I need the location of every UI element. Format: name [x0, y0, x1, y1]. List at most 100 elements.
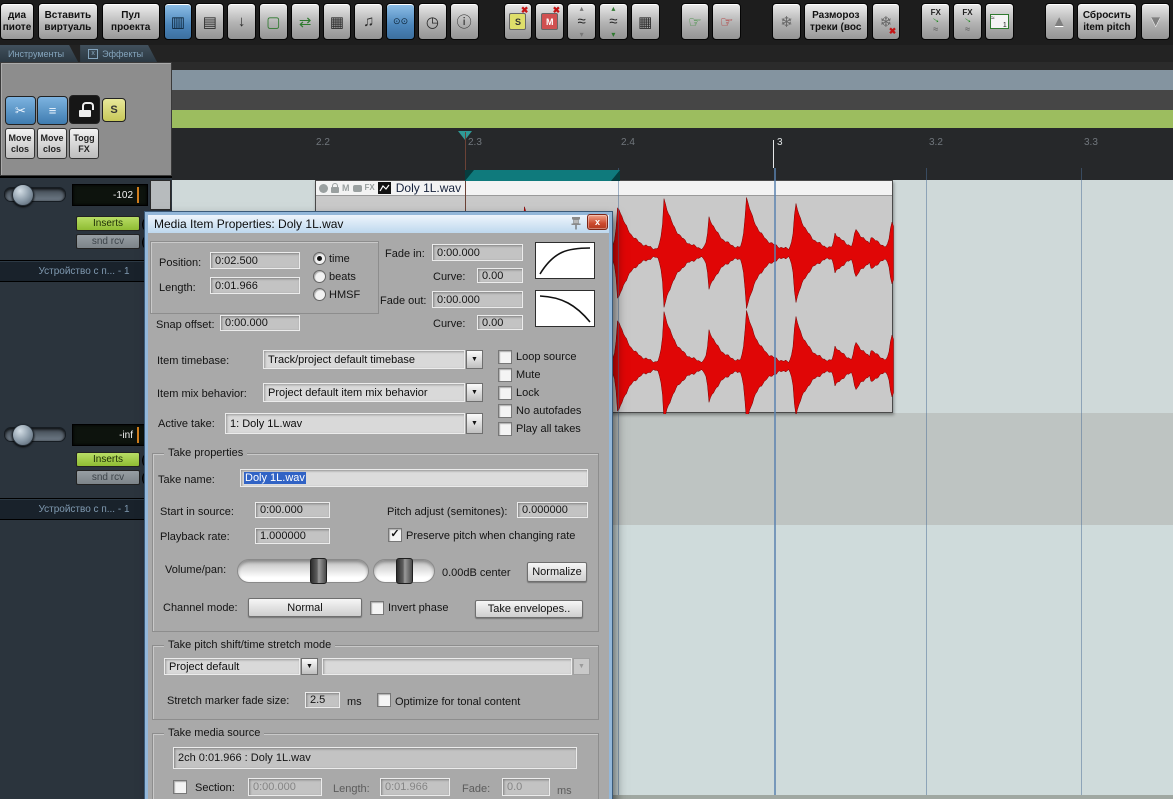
fade-out-field[interactable]: 0:00.000	[432, 291, 523, 308]
mute-checkbox[interactable]	[498, 368, 512, 382]
active-take-arrow-icon[interactable]: ▼	[466, 413, 483, 434]
piano-roll-icon[interactable]: ♫	[354, 3, 384, 40]
playback-rate-field[interactable]: 1.000000	[255, 528, 330, 544]
pitch-adjust-field[interactable]: 0.000000	[517, 502, 588, 518]
track1-pan-knob[interactable]	[12, 184, 34, 206]
radio-hmsf[interactable]	[313, 288, 326, 301]
item-mix-combo[interactable]: Project default item mix behavior ▼	[263, 383, 483, 402]
tab-instruments[interactable]: Инструменты	[0, 45, 78, 62]
channel-mode-dropdown[interactable]: Normal	[248, 598, 362, 617]
media-item-properties-dialog[interactable]: Media Item Properties: Doly 1L.wav x Pos…	[145, 212, 612, 799]
radio-beats[interactable]	[313, 270, 326, 283]
media-explorer-icon[interactable]: ▥	[163, 3, 193, 40]
volume-slider-thumb[interactable]	[310, 558, 327, 584]
unfreeze-tracks-button[interactable]: Размороз треки (вос	[803, 3, 868, 40]
project-pool-button[interactable]: Пул проекта	[101, 3, 160, 40]
remove-send-red-icon[interactable]: ☞	[712, 3, 742, 40]
unlock-icon[interactable]	[69, 95, 100, 124]
remove-send-green-icon[interactable]: ☞	[680, 3, 710, 40]
active-take-combo[interactable]: 1: Doly 1L.wav ▼	[225, 413, 483, 434]
position-field[interactable]: 0:02.500	[210, 252, 300, 269]
item-fx-icon[interactable]: FX	[365, 184, 375, 192]
dialog-titlebar[interactable]: Media Item Properties: Doly 1L.wav	[148, 215, 609, 233]
fade-in-field[interactable]: 0:00.000	[432, 244, 523, 261]
pitch-down-icon[interactable]: ▼	[1141, 3, 1171, 40]
normalize-button[interactable]: Normalize	[527, 562, 587, 582]
item-notes-icon[interactable]	[352, 184, 362, 192]
unfreeze-discard-icon[interactable]: ❄ ✖	[871, 3, 901, 40]
insert-media-icon[interactable]: ↓	[227, 3, 256, 40]
lines-icon[interactable]: ≡	[37, 96, 68, 125]
item-group-icon[interactable]	[319, 183, 328, 193]
time-selection-bar[interactable]	[465, 170, 620, 181]
tape-icon[interactable]: ⊙⊙	[386, 3, 415, 40]
loop-source-checkbox[interactable]	[498, 350, 512, 364]
item-swap-icon[interactable]: ⇄	[290, 3, 320, 40]
no-autofades-checkbox[interactable]	[498, 404, 512, 418]
move-close-button-2[interactable]: Move clos	[37, 128, 67, 159]
freeze-icon[interactable]: ❄	[772, 3, 801, 40]
track2-sendrcv-button[interactable]: snd rcv	[76, 470, 140, 485]
stretch-fade-field[interactable]: 2.5	[305, 692, 340, 708]
unmute-all-icon[interactable]: M ✖	[535, 3, 565, 40]
reset-item-pitch-button[interactable]: Сбросить item pitch	[1076, 3, 1138, 40]
invert-phase-checkbox[interactable]	[370, 601, 384, 615]
item-grid-icon[interactable]: ▦	[322, 3, 352, 40]
toggle-fx-button[interactable]: Togg FX	[69, 128, 99, 159]
pan-slider[interactable]	[373, 558, 435, 584]
media-button[interactable]: диа пиоте	[0, 3, 34, 40]
start-in-source-field[interactable]: 0:00.000	[255, 502, 330, 518]
apply-fx-mono-icon[interactable]: FX → ≈	[953, 3, 982, 40]
envelope-range-icon[interactable]: ▴ ≈ ▾	[598, 3, 628, 40]
snap-offset-field[interactable]: 0:00.000	[220, 315, 300, 331]
apply-fx-icon[interactable]: FX → ≈	[921, 3, 951, 40]
item-edit-icon[interactable]: ▢	[259, 3, 288, 40]
tab-effects[interactable]: x Эффекты	[80, 45, 157, 62]
item-mix-arrow-icon[interactable]: ▼	[466, 383, 483, 402]
tab-effects-close-icon[interactable]: x	[88, 49, 98, 59]
optimize-tonal-checkbox[interactable]	[377, 693, 391, 707]
fade-in-curve-field[interactable]: 0.00	[477, 268, 523, 283]
track1-sendrcv-button[interactable]: snd rcv	[76, 234, 140, 249]
volume-slider[interactable]	[237, 558, 369, 584]
pitch-mode-arrow-icon[interactable]: ▼	[301, 658, 318, 675]
track1-name[interactable]: Устройство с п... - 1	[0, 260, 168, 282]
pan-slider-thumb[interactable]	[396, 558, 413, 584]
solo-icon[interactable]: S	[102, 98, 126, 122]
lock-checkbox[interactable]	[498, 386, 512, 400]
item-mute-icon[interactable]: M	[342, 183, 350, 193]
cpu-info-icon[interactable]: ⓘ	[449, 3, 479, 40]
item-envelope-icon[interactable]	[377, 182, 391, 194]
take-name-input[interactable]: Doly 1L.wav	[240, 469, 588, 487]
track1-inserts-button[interactable]: Inserts	[76, 216, 140, 231]
track2-pan-knob[interactable]	[12, 424, 34, 446]
item-timebase-arrow-icon[interactable]: ▼	[466, 350, 483, 369]
section-checkbox[interactable]	[173, 780, 187, 794]
fade-out-curve-button[interactable]	[535, 290, 595, 327]
item-lock-icon[interactable]	[331, 182, 339, 193]
item-volume-icon[interactable]: ▴ ≈ ▾	[567, 3, 596, 40]
close-button[interactable]: x	[587, 214, 608, 230]
pitch-up-icon[interactable]: ▲	[1044, 3, 1074, 40]
unsolo-all-icon[interactable]: S ✖	[503, 3, 533, 40]
item-timebase-combo[interactable]: Track/project default timebase ▼	[263, 350, 483, 369]
scissors-icon[interactable]: ✂	[5, 96, 36, 125]
timeline-ruler[interactable]: 2.2 2.3 2.4 3 3.2 3.3	[172, 128, 1173, 180]
move-close-button-1[interactable]: Move clos	[5, 128, 35, 159]
track2-inserts-button[interactable]: Inserts	[76, 452, 140, 467]
media-items-icon[interactable]: ▤	[195, 3, 225, 40]
track2-name[interactable]: Устройство с п... - 1	[0, 498, 168, 520]
insert-virtual-button[interactable]: Вставить виртуаль	[38, 3, 98, 40]
track1-env-button[interactable]	[150, 180, 171, 210]
play-all-takes-checkbox[interactable]	[498, 422, 512, 436]
render-item-icon[interactable]: ≈ 1	[984, 3, 1014, 40]
take-envelopes-button[interactable]: Take envelopes..	[475, 600, 583, 618]
media-source-field[interactable]: 2ch 0:01.966 : Doly 1L.wav	[173, 747, 577, 769]
length-field[interactable]: 0:01.966	[210, 277, 300, 294]
fade-in-curve-button[interactable]	[535, 242, 595, 279]
pitch-mode-combo[interactable]: Project default ▼	[164, 658, 318, 675]
preserve-pitch-checkbox[interactable]: ✓	[388, 528, 402, 542]
media-item-header[interactable]: M FX Doly 1L.wav	[316, 181, 892, 196]
calculator-icon[interactable]: ▦	[630, 3, 660, 40]
fade-out-curve-field[interactable]: 0.00	[477, 315, 523, 330]
